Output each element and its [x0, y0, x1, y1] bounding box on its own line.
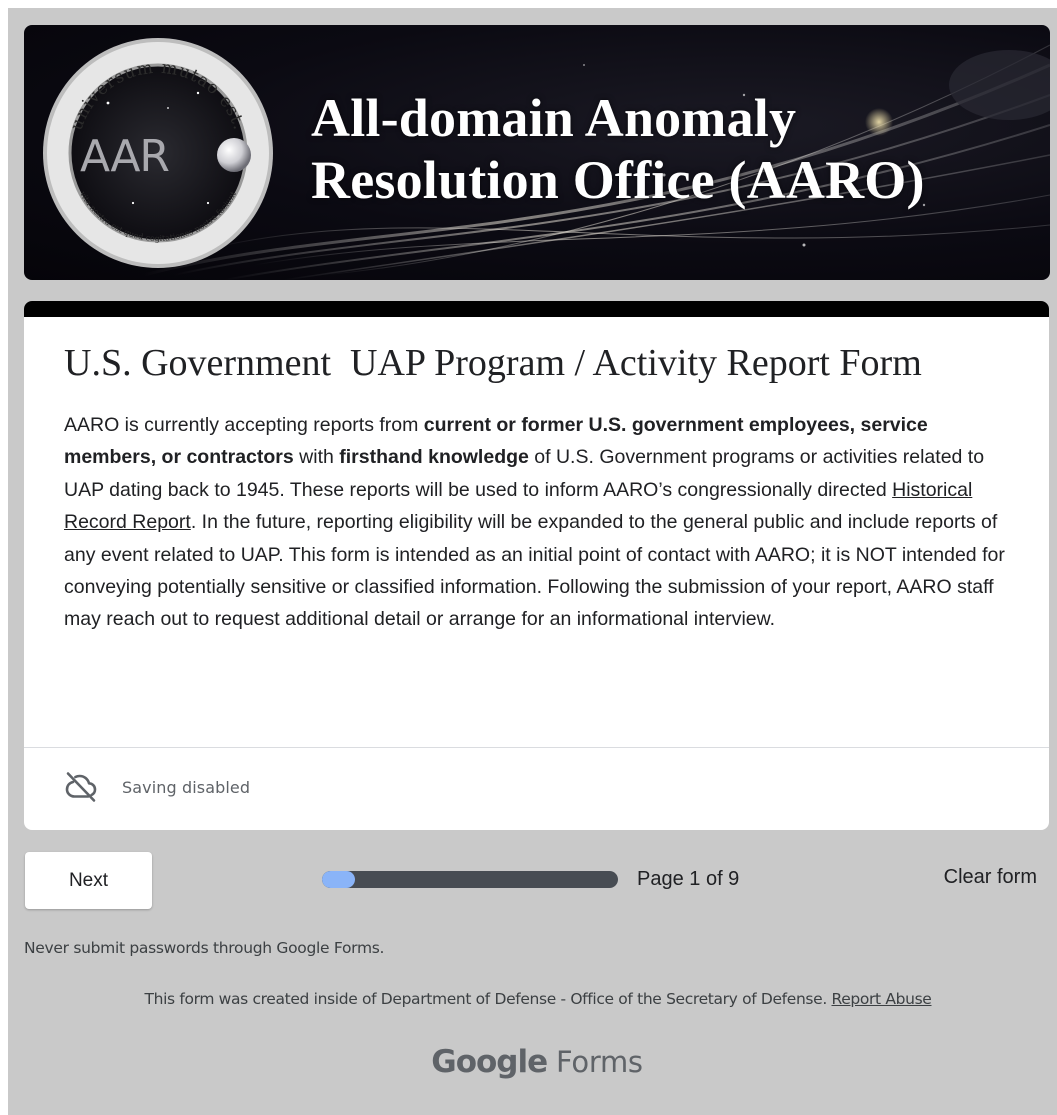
banner-title: All-domain Anomaly Resolution Office (AA… — [311, 87, 925, 211]
header-banner: universum mutao est. vita nostra est quo… — [24, 25, 1050, 280]
password-warning: Never submit passwords through Google Fo… — [24, 939, 385, 957]
description-text: with — [293, 446, 340, 469]
card-accent-bar — [24, 301, 1049, 317]
form-title: U.S. Government UAP Program / Activity R… — [64, 342, 922, 384]
aaro-seal-logo: universum mutao est. vita nostra est quo… — [43, 38, 273, 268]
form-created-notice: This form was created inside of Departme… — [0, 990, 1057, 1008]
svg-text:AAR: AAR — [80, 131, 169, 182]
cloud-off-icon — [65, 772, 97, 802]
saving-status-text: Saving disabled — [122, 777, 251, 797]
banner-title-line1: All-domain Anomaly — [311, 88, 797, 148]
banner-title-line2: Resolution Office (AARO) — [311, 150, 925, 210]
report-abuse-link[interactable]: Report Abuse — [832, 990, 932, 1008]
form-description: AARO is currently accepting reports from… — [64, 409, 1024, 636]
google-forms-logo[interactable]: Google Forms — [0, 1044, 1057, 1080]
description-text: AARO is currently accepting reports from — [64, 414, 424, 436]
card-divider — [24, 747, 1049, 748]
progress-bar-fill — [322, 871, 355, 888]
description-bold: firsthand knowledge — [339, 446, 529, 469]
page-indicator: Page 1 of 9 — [637, 868, 740, 890]
created-text: This form was created inside of Departme… — [144, 990, 832, 1008]
top-border — [0, 0, 1057, 8]
progress-bar — [322, 871, 618, 888]
forms-logo-text: Forms — [547, 1045, 643, 1079]
saving-status: Saving disabled — [64, 771, 250, 803]
description-text: . In the future, reporting eligibility w… — [64, 511, 1005, 631]
left-border — [0, 0, 8, 1115]
form-header-card: U.S. Government UAP Program / Activity R… — [24, 301, 1049, 830]
next-button[interactable]: Next — [25, 852, 152, 909]
google-logo-text: Google — [431, 1044, 548, 1080]
clear-form-button[interactable]: Clear form — [944, 866, 1037, 889]
